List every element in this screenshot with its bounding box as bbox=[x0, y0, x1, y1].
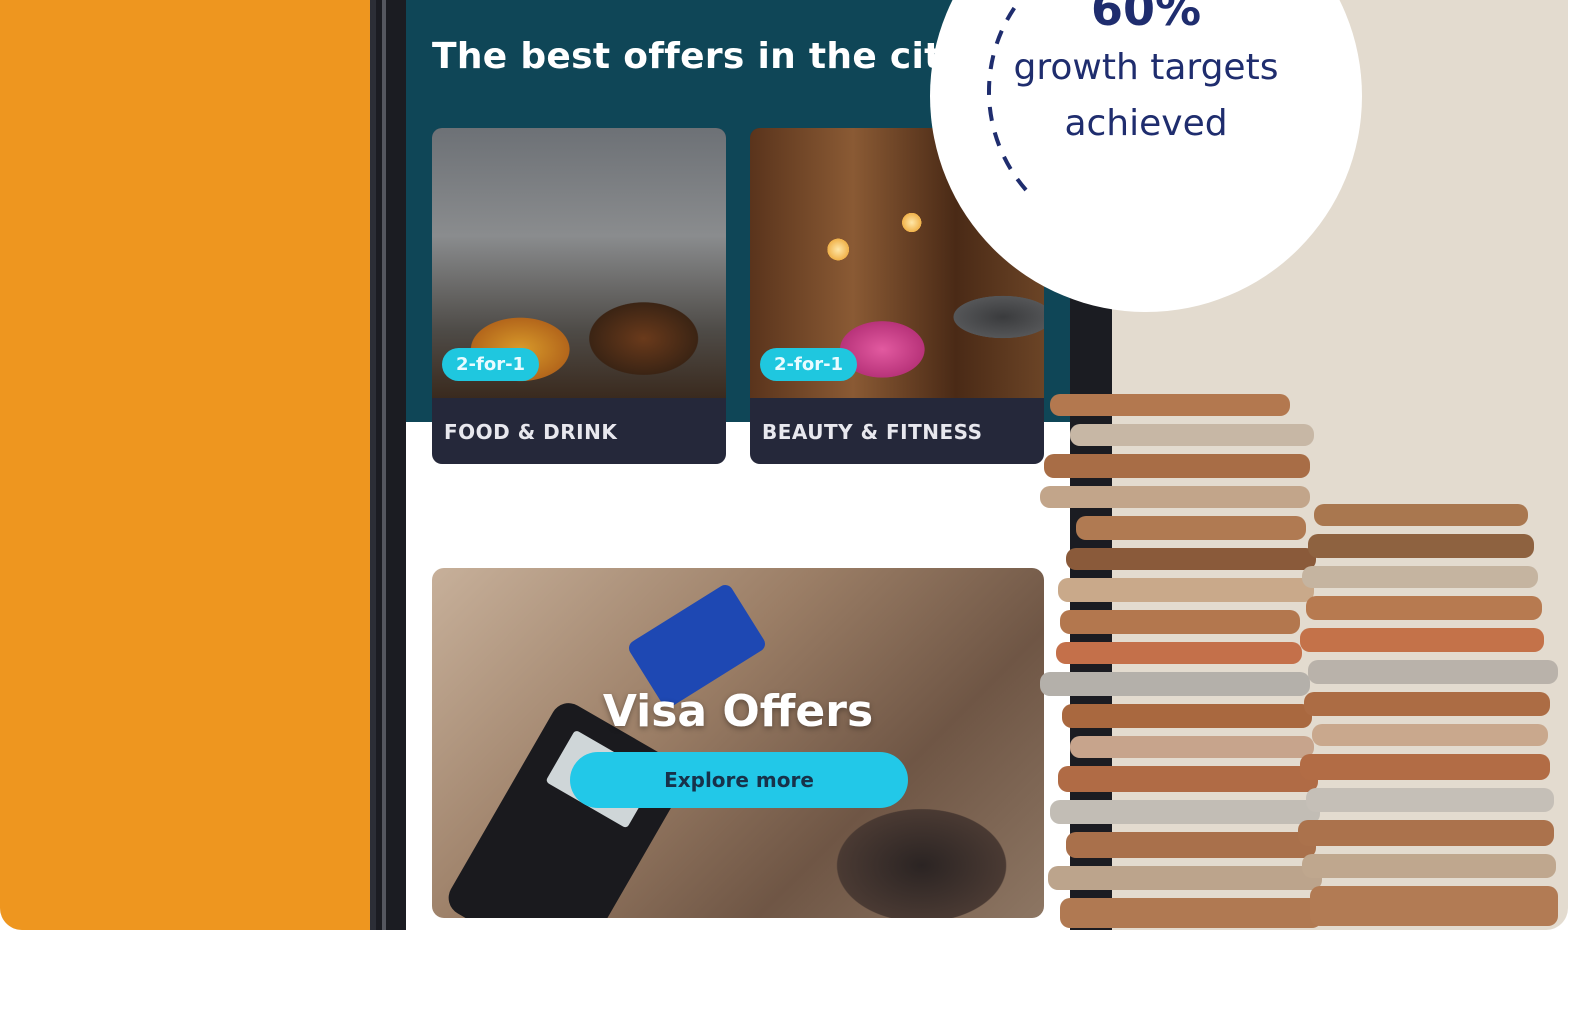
promo-title: Visa Offers bbox=[602, 686, 874, 737]
phone-edge bbox=[382, 0, 386, 930]
offer-badge: 2-for-1 bbox=[442, 348, 540, 381]
promo-banner: The best offers in the city 2-for-1 FOOD… bbox=[0, 0, 1568, 930]
coin-stacks-image bbox=[1040, 394, 1558, 928]
orange-panel bbox=[0, 0, 372, 930]
explore-more-button[interactable]: Explore more bbox=[570, 752, 908, 808]
stat-circle: 60% growth targets achieved bbox=[930, 0, 1362, 312]
offer-card-label: BEAUTY & FITNESS bbox=[762, 420, 983, 444]
stat-value: 60% bbox=[1090, 0, 1202, 36]
stat-caption: growth targets achieved bbox=[1013, 47, 1279, 144]
visa-offers-promo[interactable]: Visa Offers Explore more bbox=[432, 568, 1044, 918]
offers-title: The best offers in the city bbox=[432, 36, 966, 77]
coin-stack-left bbox=[1040, 394, 1322, 928]
offer-card-label: FOOD & DRINK bbox=[444, 420, 618, 444]
offer-badge: 2-for-1 bbox=[760, 348, 858, 381]
offer-card-food-drink[interactable]: 2-for-1 FOOD & DRINK bbox=[432, 128, 726, 464]
coin-stack-right bbox=[1298, 504, 1558, 926]
